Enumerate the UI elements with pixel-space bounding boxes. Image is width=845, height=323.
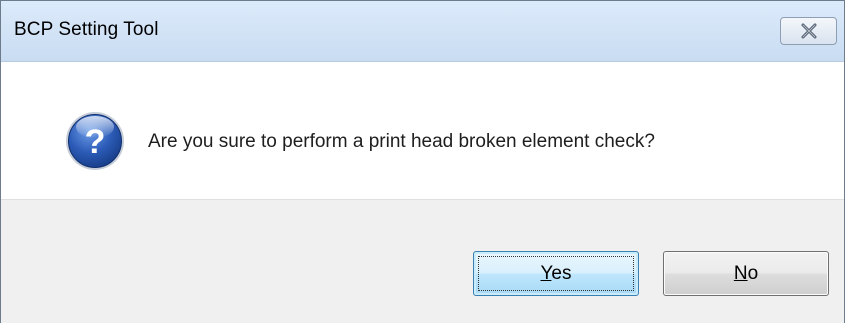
svg-text:?: ? bbox=[85, 123, 106, 161]
message-area: ? Are you sure to perform a print head b… bbox=[1, 62, 844, 199]
button-bar: Yes No bbox=[1, 199, 844, 323]
close-button[interactable] bbox=[780, 17, 837, 45]
message-text: Are you sure to perform a print head bro… bbox=[148, 131, 655, 152]
close-x-icon bbox=[801, 23, 816, 39]
no-button[interactable]: No bbox=[663, 251, 829, 296]
yes-button[interactable]: Yes bbox=[473, 251, 639, 296]
message-dialog: BCP Setting Tool ? Are you sure to perfo… bbox=[0, 0, 845, 323]
no-button-label: No bbox=[733, 262, 759, 284]
title-bar[interactable]: BCP Setting Tool bbox=[1, 1, 844, 62]
question-icon: ? bbox=[66, 112, 124, 170]
yes-button-label: Yes bbox=[540, 262, 572, 284]
window-title: BCP Setting Tool bbox=[14, 19, 159, 40]
